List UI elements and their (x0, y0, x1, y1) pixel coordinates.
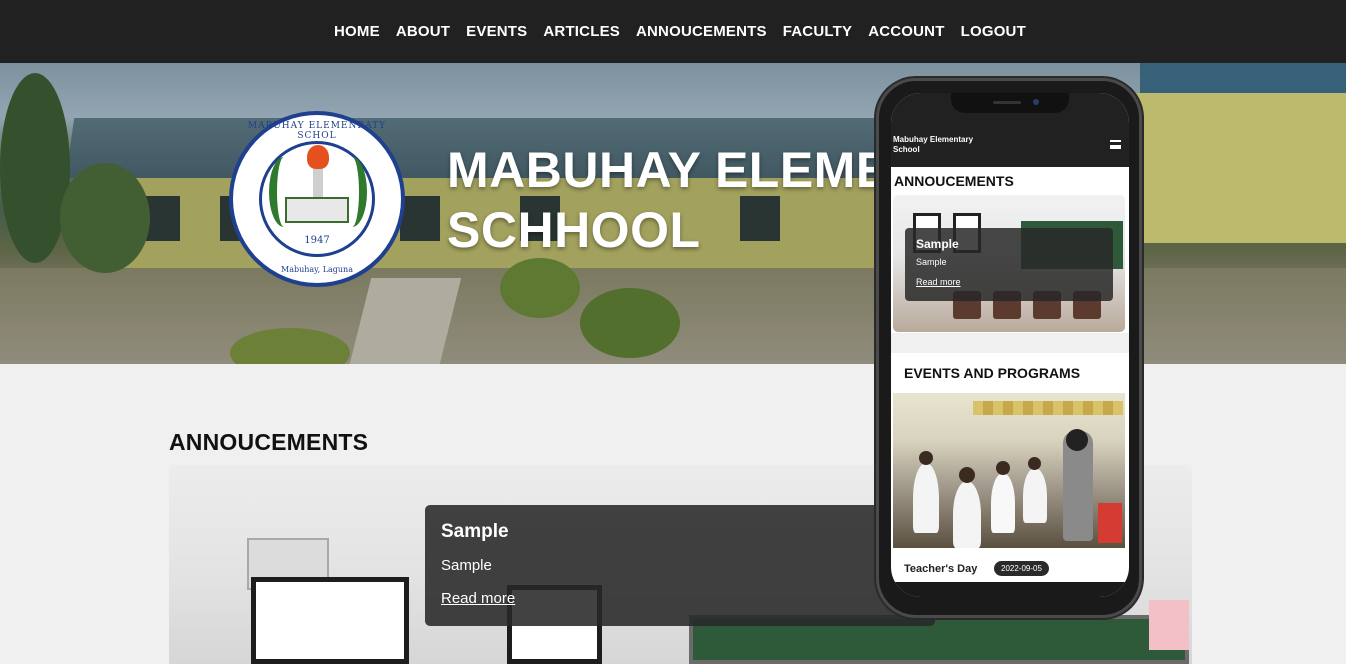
nav-faculty[interactable]: FACULTY (783, 23, 852, 40)
mobile-event-date-badge: 2022-09-05 (994, 561, 1049, 576)
mobile-announcement-card: Sample Sample Read more (893, 195, 1125, 332)
mobile-read-more-link[interactable]: Read more (916, 277, 961, 287)
mobile-event-name: Teacher's Day (904, 563, 978, 575)
nav-home[interactable]: HOME (334, 23, 380, 40)
nav-logout[interactable]: LOGOUT (961, 23, 1026, 40)
announcements-heading: ANNOUCEMENTS (169, 429, 369, 455)
top-navigation: HOME ABOUT EVENTS ARTICLES ANNOUCEMENTS … (0, 0, 1346, 63)
phone-notch (951, 93, 1069, 113)
announcement-read-more-link[interactable]: Read more (441, 590, 515, 607)
mobile-announcement-title: Sample (916, 237, 959, 251)
logo-bottom-text: Mabuhay, Laguna (281, 265, 353, 274)
hero-title-line2: SCHHOOL (447, 202, 701, 258)
announcement-title: Sample (441, 521, 509, 542)
classroom-window-image (251, 577, 409, 664)
flame-icon (307, 145, 329, 169)
mobile-brand-line1: Mabuhay Elementary (893, 135, 974, 144)
book-icon (285, 197, 349, 223)
hamburger-menu-icon[interactable] (1110, 140, 1121, 149)
mobile-announcement-description: Sample (916, 257, 947, 267)
camera-icon (1033, 99, 1039, 105)
nav-articles[interactable]: ARTICLES (543, 23, 620, 40)
mobile-announcement-overlay: Sample Sample Read more (905, 228, 1113, 301)
mobile-brand-line2: School (893, 145, 920, 154)
nav-about[interactable]: ABOUT (396, 23, 450, 40)
announcement-overlay: Sample Sample Read more (425, 505, 935, 626)
mobile-preview-phone: Mabuhay Elementary School ANNOUCEMENTS S… (876, 78, 1142, 618)
mobile-events-heading: EVENTS AND PROGRAMS (904, 365, 1081, 381)
logo-year: 1947 (304, 235, 330, 246)
nav-account[interactable]: ACCOUNT (868, 23, 944, 40)
announcement-description: Sample (441, 557, 492, 574)
mobile-screen: Mabuhay Elementary School ANNOUCEMENTS S… (891, 93, 1129, 597)
nav-events[interactable]: EVENTS (466, 23, 527, 40)
mobile-announcements-heading: ANNOUCEMENTS (894, 173, 1014, 189)
mobile-brand: Mabuhay Elementary School (893, 135, 1003, 155)
logo-top-text: MABUHAY ELEMENRATY SCHOL (247, 121, 387, 141)
mobile-event-image[interactable] (893, 393, 1125, 548)
nav-announcements[interactable]: ANNOUCEMENTS (636, 23, 767, 40)
school-logo: MABUHAY ELEMENRATY SCHOL 1947 Mabuhay, L… (229, 111, 405, 287)
wall-poster-image (1149, 600, 1189, 650)
